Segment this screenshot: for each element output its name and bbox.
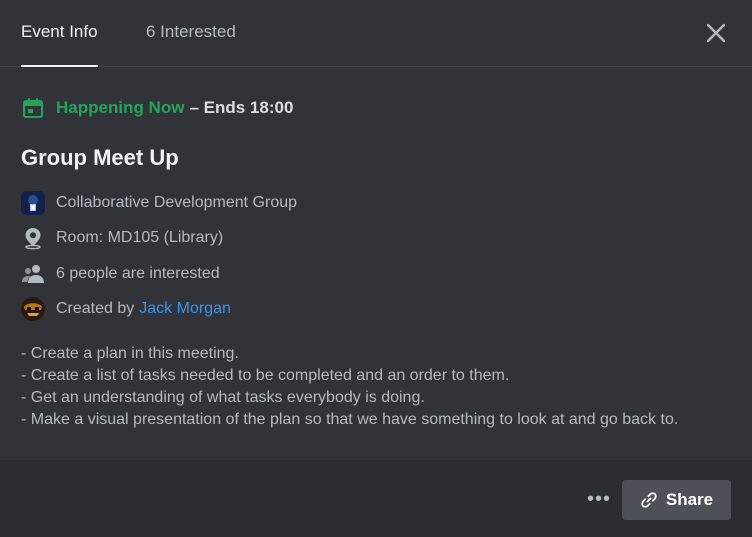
description-line: - Make a visual presentation of the plan… bbox=[21, 411, 679, 428]
created-by-label: Created by bbox=[56, 300, 135, 317]
location-pin-icon bbox=[21, 226, 45, 250]
tab-event-info[interactable]: Event Info bbox=[21, 22, 98, 67]
description-line: - Create a list of tasks needed to be co… bbox=[21, 367, 510, 384]
event-end-time: – Ends 18:00 bbox=[189, 98, 294, 117]
happening-now-label: Happening Now bbox=[56, 98, 185, 117]
creator-link[interactable]: Jack Morgan bbox=[139, 300, 231, 318]
server-name[interactable]: Collaborative Development Group bbox=[56, 194, 297, 212]
people-icon bbox=[21, 262, 45, 286]
modal-header: Event Info 6 Interested bbox=[0, 0, 752, 67]
more-options-button[interactable]: ••• bbox=[584, 488, 614, 510]
modal-footer: ••• Share bbox=[0, 460, 752, 537]
event-server-row: Collaborative Development Group bbox=[21, 191, 297, 215]
more-icon: ••• bbox=[586, 487, 611, 510]
share-label: Share bbox=[665, 490, 714, 509]
event-status: Happening Now – Ends 18:00 bbox=[21, 96, 293, 120]
link-icon bbox=[641, 492, 657, 508]
close-icon[interactable] bbox=[704, 21, 728, 45]
avatar bbox=[21, 297, 45, 321]
event-location: Room: MD105 (Library) bbox=[56, 229, 224, 246]
tab-event-info-label: Event Info bbox=[21, 22, 98, 41]
event-title: Group Meet Up bbox=[21, 145, 179, 170]
server-icon bbox=[21, 191, 45, 215]
event-description: - Create a plan in this meeting. - Creat… bbox=[21, 343, 678, 431]
calendar-icon bbox=[21, 96, 45, 120]
description-line: - Get an understanding of what tasks eve… bbox=[21, 389, 425, 406]
event-creator-row: Created by Jack Morgan bbox=[21, 297, 231, 321]
event-interested-row: 6 people are interested bbox=[21, 262, 220, 286]
tab-interested[interactable]: 6 Interested bbox=[146, 22, 236, 42]
event-location-row: Room: MD105 (Library) bbox=[21, 226, 223, 250]
tab-interested-label: 6 Interested bbox=[146, 22, 236, 41]
active-tab-underline bbox=[21, 65, 98, 67]
share-button[interactable]: Share bbox=[622, 480, 731, 520]
interested-count: 6 people are interested bbox=[56, 265, 220, 282]
description-line: - Create a plan in this meeting. bbox=[21, 345, 239, 362]
